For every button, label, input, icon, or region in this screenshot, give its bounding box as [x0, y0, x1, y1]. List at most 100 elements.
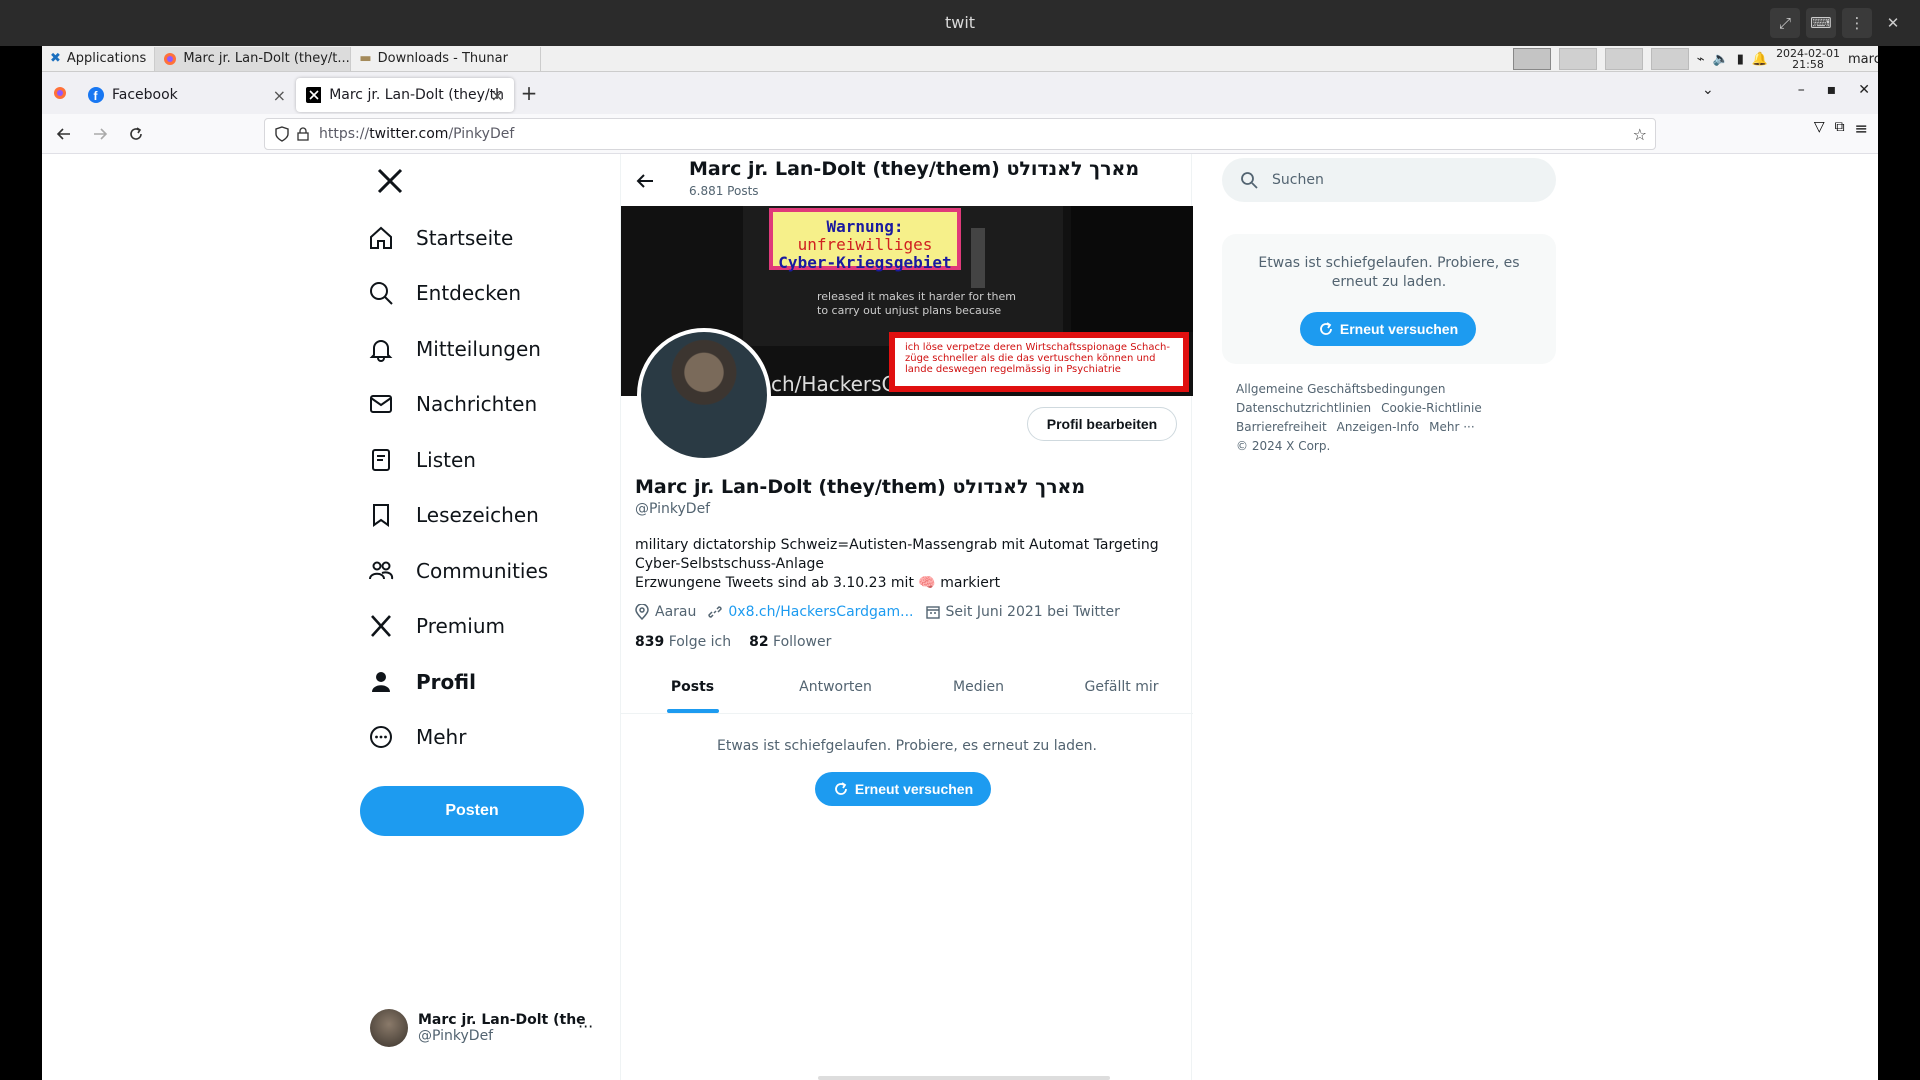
list-all-tabs-icon[interactable]: ⌄ — [1702, 82, 1714, 98]
vm-window-title: twit — [944, 13, 976, 32]
fullscreen-icon[interactable]: ⤢ — [1770, 8, 1800, 38]
nav-item-bookmarks[interactable]: Lesezeichen — [368, 489, 539, 541]
search-box[interactable]: Suchen — [1222, 158, 1556, 202]
tab-likes[interactable]: Gefällt mir — [1050, 660, 1193, 713]
nav-item-home[interactable]: Startseite — [368, 212, 513, 264]
profile-column: Marc jr. Lan-Dolt (they/them) מארך לאנדו… — [620, 154, 1193, 1080]
edit-profile-button[interactable]: Profil bearbeiten — [1027, 407, 1177, 441]
forward-button[interactable] — [82, 119, 118, 149]
maximize-icon[interactable]: ▪ — [1827, 82, 1837, 98]
tab-replies[interactable]: Antworten — [764, 660, 907, 713]
user-label[interactable]: marc — [1848, 52, 1878, 67]
clock[interactable]: 2024-02-01 21:58 — [1776, 48, 1840, 70]
nav-item-lists[interactable]: Listen — [368, 434, 476, 486]
desktop-panel: ✖ Applications Marc jr. Lan-Dolt (they/t… — [42, 46, 1878, 72]
keyboard-icon[interactable]: ⌨ — [1806, 8, 1836, 38]
banner-warning-sign: Warnung: unfreiwilliges Cyber-Kriegsgebi… — [769, 208, 961, 272]
hamburger-menu-icon[interactable]: ≡ — [1855, 119, 1868, 138]
nav-item-profile[interactable]: Profil — [368, 656, 476, 708]
minimize-icon[interactable]: – — [1798, 82, 1805, 98]
tab-label: Marc jr. Lan-Dolt (they/th — [329, 87, 504, 103]
post-button[interactable]: Posten — [360, 786, 584, 836]
x-logo-icon — [377, 168, 403, 194]
url-path: /PinkyDef — [448, 126, 515, 142]
nav-item-messages[interactable]: Nachrichten — [368, 378, 537, 430]
account-switcher[interactable]: Marc jr. Lan-Dolt (the @PinkyDef ··· — [370, 1009, 593, 1047]
url-bar[interactable]: https://twitter.com/PinkyDef ☆ — [264, 118, 1656, 150]
timeline-retry-button[interactable]: Erneut versuchen — [815, 772, 991, 806]
footer-link-cookies[interactable]: Cookie-Richtlinie — [1381, 401, 1482, 415]
banner-speaker-figure — [971, 228, 985, 288]
more-circle-icon — [370, 726, 392, 748]
firefox-view-button[interactable] — [42, 86, 78, 100]
workspace-1[interactable] — [1512, 48, 1551, 70]
battery-icon[interactable]: ▮ — [1737, 52, 1744, 67]
profile-tabs: Posts Antworten Medien Gefällt mir — [621, 660, 1193, 714]
tab-twitter[interactable]: Marc jr. Lan-Dolt (they/th × — [296, 78, 514, 112]
profile-avatar[interactable] — [637, 328, 771, 462]
notification-bell-icon[interactable]: 🔔 — [1752, 52, 1768, 67]
workspace-3[interactable] — [1604, 48, 1643, 70]
footer-link-ads-info[interactable]: Anzeigen-Info — [1337, 420, 1419, 434]
footer-link-terms[interactable]: Allgemeine Geschäftsbedingungen — [1236, 382, 1446, 396]
sidebar-error-message: Etwas ist schiefgelaufen. Probiere, es e… — [1258, 255, 1520, 290]
footer-link-privacy[interactable]: Datenschutzrichtlinien — [1236, 401, 1371, 415]
nav-label: Communities — [416, 559, 549, 583]
x-logo-icon — [306, 87, 322, 103]
shield-icon[interactable] — [275, 126, 289, 142]
envelope-icon — [370, 395, 392, 413]
url-scheme: https:// — [319, 126, 370, 142]
kebab-menu-icon[interactable]: ⋮ — [1842, 8, 1872, 38]
close-tab-icon[interactable]: × — [491, 86, 504, 105]
volume-icon[interactable]: 🔈 — [1713, 52, 1729, 67]
nav-item-explore[interactable]: Entdecken — [368, 267, 521, 319]
nav-item-notifications[interactable]: Mitteilungen — [368, 323, 541, 375]
nav-label: Entdecken — [416, 281, 521, 305]
firefox-icon — [163, 51, 177, 66]
new-tab-button[interactable]: + — [514, 81, 544, 105]
profile-name: Marc jr. Lan-Dolt (they/them) מארך לאנדו… — [635, 476, 1086, 498]
tab-posts[interactable]: Posts — [621, 660, 764, 713]
workspace-4[interactable] — [1650, 48, 1689, 70]
nav-item-more[interactable]: Mehr — [368, 711, 466, 763]
bookmark-star-icon[interactable]: ☆ — [1633, 125, 1647, 144]
profile-header-bar: Marc jr. Lan-Dolt (they/them) מארך לאנדו… — [621, 154, 1193, 206]
footer-link-more[interactable]: Mehr ··· — [1429, 420, 1475, 434]
taskbar-item-firefox[interactable]: Marc jr. Lan-Dolt (they/t... — [155, 46, 352, 71]
account-handle: @PinkyDef — [418, 1028, 494, 1044]
reload-button[interactable] — [118, 119, 154, 149]
primary-navigation: Startseite Entdecken Mitteilungen Nachri… — [360, 154, 660, 1080]
applications-menu[interactable]: ✖ Applications — [42, 46, 156, 71]
back-button[interactable] — [46, 119, 82, 149]
workspace-2[interactable] — [1558, 48, 1597, 70]
sidebar-retry-button[interactable]: Erneut versuchen — [1300, 312, 1476, 346]
search-icon — [1241, 172, 1258, 189]
x-home-logo[interactable] — [376, 168, 404, 194]
lock-icon[interactable] — [297, 126, 309, 142]
nav-item-communities[interactable]: Communities — [368, 545, 548, 597]
refresh-icon — [834, 782, 847, 795]
network-icon[interactable]: ⌁ — [1697, 52, 1705, 67]
footer-link-accessibility[interactable]: Barrierefreiheit — [1236, 420, 1327, 434]
tab-media[interactable]: Medien — [907, 660, 1050, 713]
extensions-icon[interactable]: ⧉ — [1835, 119, 1845, 138]
banner-side — [1071, 206, 1193, 332]
nav-item-premium[interactable]: Premium — [368, 600, 505, 652]
profile-website-link[interactable]: 0x8.ch/HackersCardgam... — [728, 604, 913, 620]
nav-label: Listen — [416, 448, 476, 472]
firefox-icon — [54, 87, 66, 99]
tab-facebook[interactable]: f Facebook × — [78, 78, 296, 112]
taskbar-item-thunar[interactable]: ▬ Downloads - Thunar — [351, 46, 542, 71]
folder-icon: ▬ — [359, 51, 372, 66]
following-link[interactable]: 839 Folge ich — [635, 634, 731, 650]
banner-subtitle: released it makes it harder for them to … — [817, 290, 1016, 317]
close-window-icon[interactable]: ✕ — [1858, 82, 1870, 98]
followers-link[interactable]: 82 Follower — [749, 634, 831, 650]
bio-text: markiert — [940, 575, 1001, 591]
close-icon[interactable]: ✕ — [1878, 8, 1908, 38]
close-tab-icon[interactable]: × — [273, 86, 286, 105]
pocket-icon[interactable]: ▽ — [1814, 119, 1825, 138]
post-count: 6.881 Posts — [689, 184, 759, 198]
back-arrow-icon[interactable] — [635, 170, 655, 191]
more-dots-icon[interactable]: ··· — [578, 1017, 593, 1036]
